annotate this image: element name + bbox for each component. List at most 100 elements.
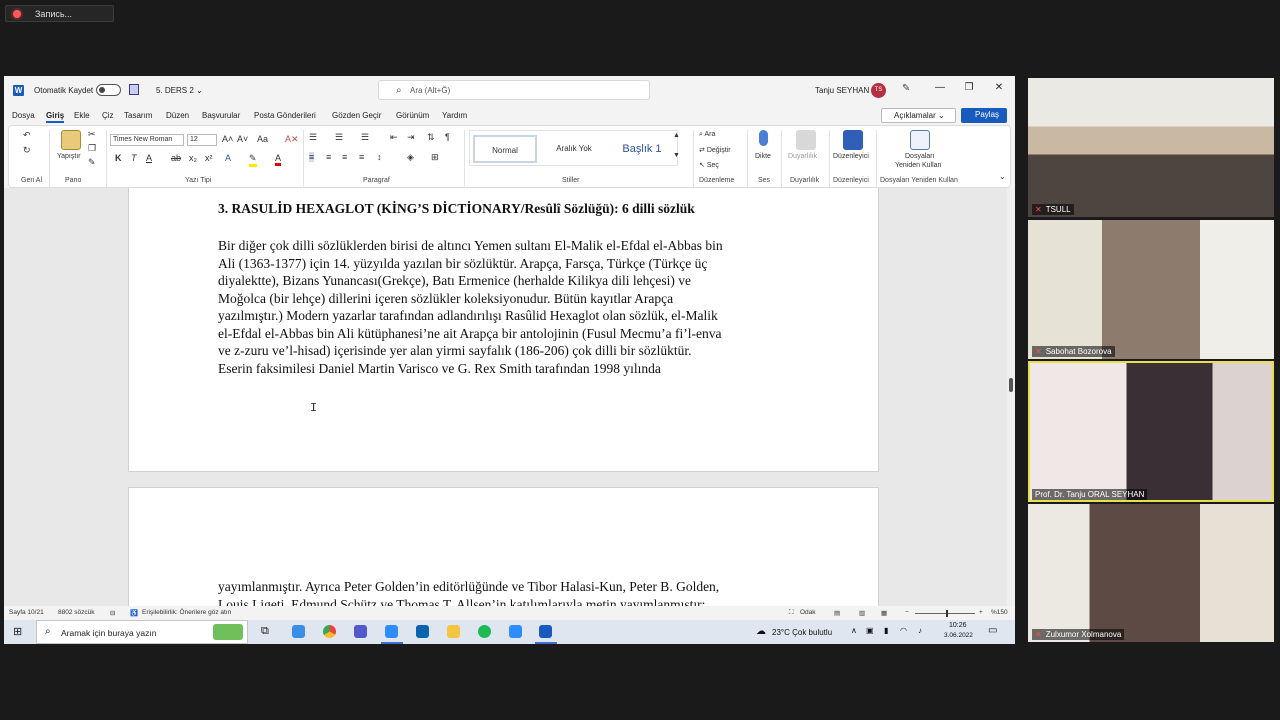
- highlight-icon[interactable]: ✎: [249, 153, 257, 167]
- shrink-font-icon[interactable]: A˅: [237, 134, 248, 144]
- sensitivity-label[interactable]: Duyarlılık: [788, 153, 817, 160]
- page-count[interactable]: Sayfa 10/21: [9, 609, 44, 616]
- reuse-files-icon[interactable]: [910, 130, 930, 150]
- windows-start-icon[interactable]: ⊞: [13, 625, 22, 638]
- reuse-label-1[interactable]: Dosyaları: [905, 153, 935, 160]
- teams-icon[interactable]: [354, 625, 367, 638]
- word-search-box[interactable]: ⌕ Ara (Alt+Ğ): [378, 80, 650, 100]
- tab-giris[interactable]: Giriş: [46, 111, 65, 123]
- outlook-icon[interactable]: [416, 625, 429, 638]
- scrollbar-thumb[interactable]: [1009, 378, 1013, 392]
- bold-icon[interactable]: K: [115, 153, 122, 163]
- copy-icon[interactable]: ❐: [88, 143, 96, 154]
- underline-icon[interactable]: A: [146, 153, 152, 163]
- document-page[interactable]: 3. RASULİD HEXAGLOT (KİNG’S DİCTİONARY/R…: [128, 188, 879, 472]
- subscript-icon[interactable]: x₂: [189, 153, 197, 163]
- proofing-icon[interactable]: ⊟: [110, 609, 115, 617]
- italic-icon[interactable]: T: [131, 153, 137, 163]
- microphone-icon[interactable]: [759, 130, 768, 146]
- tab-dosya[interactable]: Dosya: [12, 111, 35, 120]
- styles-scroll-up-icon[interactable]: ▲: [673, 132, 680, 139]
- reuse-label-2[interactable]: Yeniden Kullan: [895, 162, 941, 169]
- print-layout-icon[interactable]: ▥: [859, 609, 865, 617]
- restore-button[interactable]: ❐: [962, 82, 976, 93]
- zoom-slider[interactable]: [915, 613, 975, 614]
- word-count[interactable]: 8802 sözcük: [58, 609, 95, 616]
- style-heading-1[interactable]: Başlık 1: [610, 135, 674, 163]
- select-button[interactable]: ↖ Seç: [699, 161, 719, 169]
- format-painter-icon[interactable]: ✎: [88, 157, 96, 168]
- user-avatar[interactable]: TS: [871, 83, 886, 98]
- minimize-button[interactable]: —: [933, 82, 947, 93]
- task-view-icon[interactable]: ⧉: [261, 625, 269, 638]
- zoom-app-icon[interactable]: [385, 625, 398, 638]
- word-taskbar-icon[interactable]: [539, 625, 552, 638]
- decrease-indent-icon[interactable]: ⇤: [390, 132, 398, 143]
- zoom-meetings-icon[interactable]: [509, 625, 522, 638]
- volume-icon[interactable]: ♪: [918, 626, 922, 635]
- read-mode-icon[interactable]: ▤: [834, 609, 840, 617]
- tab-ekle[interactable]: Ekle: [74, 111, 90, 120]
- style-no-spacing[interactable]: Aralık Yok: [542, 135, 606, 163]
- align-center-icon[interactable]: ≡: [326, 152, 331, 162]
- superscript-icon[interactable]: x²: [205, 153, 213, 163]
- strikethrough-icon[interactable]: ab: [171, 153, 181, 163]
- line-spacing-icon[interactable]: ↕: [377, 152, 382, 162]
- share-button[interactable]: Paylaş: [961, 108, 1007, 123]
- network-icon[interactable]: ▣: [866, 626, 874, 635]
- clear-format-icon[interactable]: A✕: [285, 134, 299, 145]
- clock-date[interactable]: 3.06.2022: [944, 632, 973, 639]
- change-case-icon[interactable]: Aa: [257, 134, 268, 144]
- redo-icon[interactable]: ↻: [23, 145, 31, 156]
- spotify-icon[interactable]: [478, 625, 491, 638]
- cut-icon[interactable]: ✂: [88, 129, 96, 140]
- paste-label[interactable]: Yapıştır: [57, 153, 81, 160]
- document-page-next[interactable]: yayımlanmıştır. Ayrıca Peter Golden’in e…: [128, 487, 879, 606]
- pen-icon[interactable]: ✎: [902, 83, 910, 94]
- grow-font-icon[interactable]: A˄: [222, 134, 233, 144]
- font-color-icon[interactable]: A: [275, 153, 282, 166]
- borders-icon[interactable]: ⊞: [431, 152, 439, 163]
- zoom-in-button[interactable]: +: [979, 609, 983, 616]
- user-name[interactable]: Tanju SEYHAN: [815, 86, 869, 95]
- tab-gozden-gecir[interactable]: Gözden Geçir: [332, 111, 381, 120]
- clock-time[interactable]: 10:26: [949, 622, 967, 629]
- undo-icon[interactable]: ↶: [23, 130, 31, 141]
- participant-video-tsull[interactable]: ✕ TSULL: [1028, 78, 1274, 217]
- file-explorer-icon[interactable]: [447, 625, 460, 638]
- zoom-level[interactable]: %150: [991, 609, 1008, 616]
- font-size-select[interactable]: 12: [187, 134, 217, 146]
- comments-button[interactable]: Açıklamalar ⌄: [881, 108, 956, 123]
- replace-button[interactable]: ⇄ Değiştir: [699, 146, 731, 154]
- sensitivity-icon[interactable]: [796, 130, 816, 150]
- wifi-icon[interactable]: ◠: [900, 626, 907, 635]
- editor-icon[interactable]: [843, 130, 863, 150]
- mail-app-icon[interactable]: [292, 625, 305, 638]
- paste-icon[interactable]: [61, 130, 81, 150]
- find-button[interactable]: ⌕ Ara: [699, 131, 715, 139]
- recording-indicator[interactable]: Запись...: [5, 5, 114, 22]
- accessibility-status[interactable]: Erişilebilirlik: Önerilere göz atın: [142, 609, 231, 616]
- participant-video-zulxumor[interactable]: ✕ Zulxumor Xolmanova: [1028, 504, 1274, 642]
- participant-video-sabohat[interactable]: ✕ Sabohat Bozorova: [1028, 220, 1274, 359]
- document-canvas[interactable]: 3. RASULİD HEXAGLOT (KİNG’S DİCTİONARY/R…: [4, 188, 1015, 606]
- editor-label[interactable]: Düzenleyici: [833, 153, 869, 160]
- tab-duzen[interactable]: Düzen: [166, 111, 189, 120]
- style-normal[interactable]: Normal: [473, 135, 537, 163]
- participant-video-active-speaker[interactable]: Prof. Dr. Tanju ORAL SEYHAN: [1028, 361, 1274, 502]
- font-name-select[interactable]: Times New Roman: [110, 134, 184, 146]
- collapse-ribbon-icon[interactable]: ⌄: [999, 172, 1006, 181]
- shading-icon[interactable]: ◈: [407, 152, 414, 163]
- tab-basvurular[interactable]: Başvurular: [202, 111, 240, 120]
- zoom-out-button[interactable]: −: [905, 609, 909, 616]
- tab-posta[interactable]: Posta Gönderileri: [254, 111, 316, 120]
- justify-icon[interactable]: ≡: [359, 152, 364, 162]
- multilevel-list-icon[interactable]: ☰: [361, 132, 369, 143]
- styles-more-icon[interactable]: ▼: [673, 152, 680, 159]
- tab-tasarim[interactable]: Tasarım: [124, 111, 152, 120]
- autosave-toggle[interactable]: [96, 84, 121, 96]
- tab-gorunum[interactable]: Görünüm: [396, 111, 429, 120]
- dictate-label[interactable]: Dikte: [755, 153, 771, 160]
- document-name[interactable]: 5. DERS 2 ⌄: [156, 86, 203, 95]
- tab-yardim[interactable]: Yardım: [442, 111, 467, 120]
